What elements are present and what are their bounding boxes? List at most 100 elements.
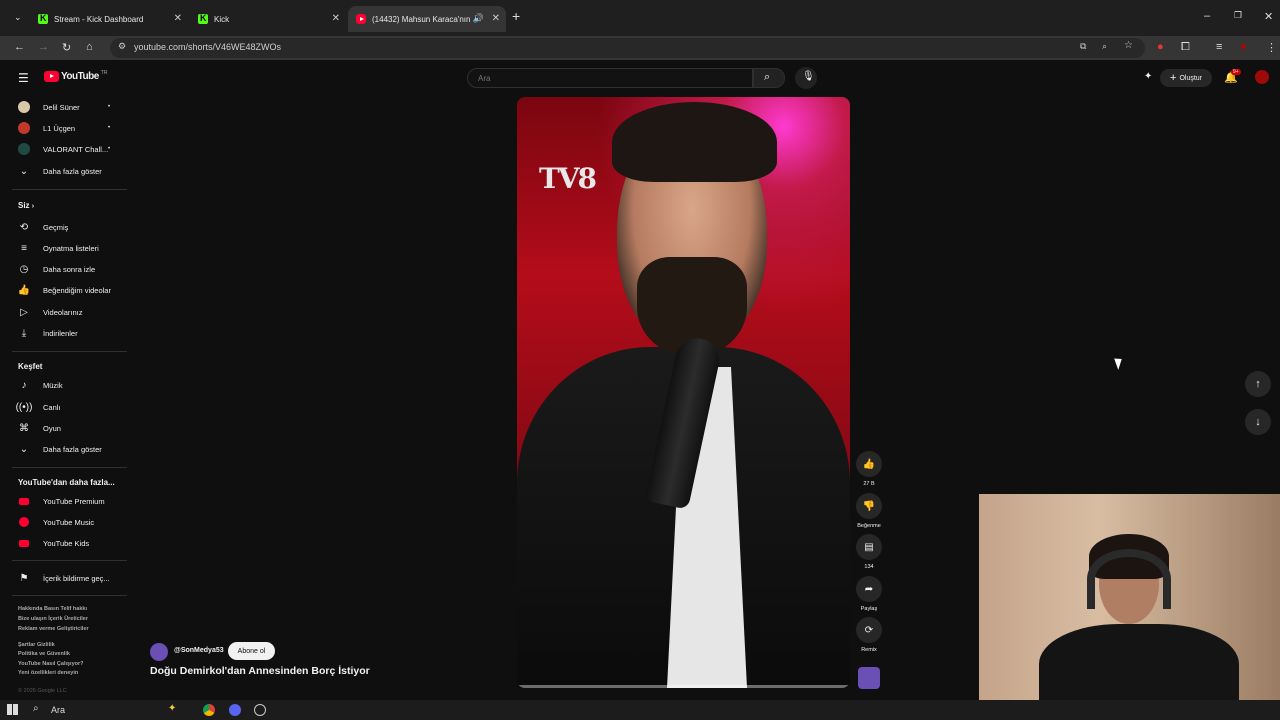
chevron-right-icon: › bbox=[31, 203, 35, 210]
sidebar-item-youtube-kids[interactable]: YouTube Kids bbox=[0, 533, 128, 553]
home-icon[interactable]: ⌂ bbox=[86, 41, 93, 53]
tab-youtube[interactable]: (14432) Mahsun Karaca'nın 🔊 ✕ bbox=[348, 6, 506, 32]
sidebar-item-music[interactable]: ♪ Müzik bbox=[0, 375, 128, 395]
footer-link-row[interactable]: Yeni özellikleri deneyin bbox=[18, 670, 78, 676]
sidebar-item-label: İçerik bildirme geç... bbox=[43, 573, 110, 583]
taskbar-search-label[interactable]: Ara bbox=[51, 705, 65, 715]
new-content-dot: • bbox=[108, 125, 111, 131]
footer-link-row[interactable]: Şartlar Gizlilik bbox=[18, 642, 55, 648]
tab-kick-dashboard[interactable]: Stream - Kick Dashboard ✕ bbox=[30, 6, 188, 32]
app-taskbar-icon[interactable] bbox=[254, 704, 266, 716]
sidebar-item-live[interactable]: ((•)) Canlı bbox=[0, 397, 128, 417]
sidebar-item-report-history[interactable]: ⚑ İçerik bildirme geç... bbox=[0, 568, 128, 588]
account-avatar[interactable] bbox=[1255, 70, 1269, 84]
browser-menu-icon[interactable]: ⋮ bbox=[1266, 41, 1277, 54]
mouse-cursor-icon bbox=[1114, 356, 1125, 370]
sidebar-item-history[interactable]: ⟲ Geçmiş bbox=[0, 217, 128, 237]
footer-link-row[interactable]: Reklam verme Geliştiriciler bbox=[18, 626, 89, 632]
sidebar-item-playlists[interactable]: ≡ Oynatma listeleri bbox=[0, 238, 128, 258]
copilot-icon[interactable]: ✦ bbox=[168, 703, 176, 714]
short-video-player[interactable]: TV8 bbox=[517, 97, 850, 688]
new-tab-button[interactable]: + bbox=[512, 8, 520, 24]
channel-name[interactable]: @SonMedya53 bbox=[174, 647, 224, 654]
profile-avatar-icon[interactable]: ● bbox=[1240, 41, 1247, 53]
sidebar-item-youtube-premium[interactable]: YouTube Premium bbox=[0, 491, 128, 511]
footer-link-row[interactable]: Bize ulaşın İçerik Üreticiler bbox=[18, 616, 88, 622]
footer-link-row[interactable]: Politika ve Güvenlik bbox=[18, 651, 70, 657]
install-icon[interactable]: ⧉ bbox=[1080, 41, 1086, 52]
close-tab-icon[interactable]: ✕ bbox=[332, 13, 340, 24]
video-progress-bar[interactable] bbox=[517, 685, 850, 688]
channel-avatar[interactable] bbox=[150, 643, 168, 661]
divider bbox=[12, 560, 127, 561]
close-window-button[interactable]: ✕ bbox=[1264, 10, 1273, 23]
footer-link-row[interactable]: YouTube Nasıl Çalışıyor? bbox=[18, 661, 84, 667]
sidebar-item-gaming[interactable]: ⌘ Oyun bbox=[0, 418, 128, 438]
minimize-button[interactable]: – bbox=[1204, 10, 1210, 22]
forward-icon[interactable]: → bbox=[38, 41, 49, 53]
url-text: youtube.com/shorts/V46WE48ZWOs bbox=[134, 42, 282, 52]
download-icon: ⤓ bbox=[21, 327, 27, 339]
tab-list-icon[interactable]: ⌄ bbox=[14, 12, 22, 23]
chrome-taskbar-icon[interactable] bbox=[203, 704, 215, 716]
address-bar[interactable]: ⚙ youtube.com/shorts/V46WE48ZWOs ⧉ ⌕ ☆ bbox=[110, 38, 1145, 58]
extensions-puzzle-icon[interactable]: ⧠ bbox=[1181, 41, 1190, 54]
media-control-icon[interactable]: ≡ bbox=[1216, 41, 1222, 53]
kick-icon bbox=[198, 13, 208, 24]
comments-button[interactable]: ▤ 134 bbox=[856, 534, 882, 570]
speaker-icon[interactable]: 🔊 bbox=[473, 13, 484, 24]
search-button[interactable]: ⌕ bbox=[753, 68, 785, 88]
notification-count-badge: 9+ bbox=[1231, 69, 1241, 75]
sidebar-item-watch-later[interactable]: ◷ Daha sonra izle bbox=[0, 259, 128, 279]
youtube-icon bbox=[356, 14, 366, 24]
windows-start-icon[interactable] bbox=[7, 704, 18, 715]
sidebar-item-label: İndirilenler bbox=[43, 328, 78, 338]
discord-taskbar-icon[interactable] bbox=[229, 704, 241, 716]
voice-search-button[interactable]: 🎙 bbox=[795, 67, 817, 89]
site-info-icon[interactable]: ⚙ bbox=[118, 41, 126, 52]
sound-channel-avatar[interactable] bbox=[858, 667, 880, 689]
subscription-delil-suner[interactable]: Delil Süner • bbox=[0, 97, 128, 117]
sidebar-item-youtube-music[interactable]: YouTube Music bbox=[0, 512, 128, 532]
thumbs-down-icon: 👎 bbox=[856, 493, 882, 519]
short-title[interactable]: Doğu Demirkol'dan Annesinden Borç İstiyo… bbox=[150, 665, 370, 677]
browser-toolbar: ← → ↻ ⌂ ⚙ youtube.com/shorts/V46WE48ZWOs… bbox=[0, 36, 1280, 60]
mic-icon: 🎙 bbox=[802, 71, 815, 82]
youtube-logo[interactable]: YouTube TR bbox=[44, 70, 107, 82]
you-section-heading[interactable]: Siz › bbox=[18, 201, 34, 210]
show-more-subscriptions[interactable]: ⌄ Daha fazla göster bbox=[0, 161, 128, 181]
new-content-dot: • bbox=[108, 146, 111, 152]
youtube-header: ☰ YouTube TR Ara ⌕ 🎙 ✦ + Oluştur 🔔 9+ bbox=[0, 60, 1280, 96]
search-icon: ⌕ bbox=[764, 71, 771, 83]
subscribe-button[interactable]: Abone ol bbox=[228, 642, 275, 660]
footer-link-row[interactable]: Hakkında Basın Telif hakkı bbox=[18, 606, 87, 612]
youtube-logo-text: YouTube bbox=[61, 71, 99, 82]
chat-icon[interactable]: ✦ bbox=[1144, 71, 1152, 82]
sidebar-item-liked-videos[interactable]: 👍 Beğendiğim videolar bbox=[0, 280, 128, 300]
maximize-button[interactable]: ❐ bbox=[1234, 10, 1242, 21]
sidebar-item-your-videos[interactable]: ▷ Videolarınız bbox=[0, 302, 128, 322]
subscription-valorant[interactable]: VALORANT Chall... • bbox=[0, 139, 128, 159]
extension-icon[interactable]: ● bbox=[1157, 41, 1164, 53]
channel-avatar bbox=[18, 143, 30, 155]
show-more-explore[interactable]: ⌄ Daha fazla göster bbox=[0, 439, 128, 459]
back-icon[interactable]: ← bbox=[14, 41, 25, 53]
taskbar-search-icon[interactable]: ⌕ bbox=[33, 703, 39, 714]
close-tab-icon[interactable]: ✕ bbox=[174, 13, 182, 24]
bookmark-star-icon[interactable]: ☆ bbox=[1124, 40, 1133, 51]
remix-button[interactable]: ⟳ Remix bbox=[856, 617, 882, 653]
sidebar-item-downloads[interactable]: ⤓ İndirilenler bbox=[0, 323, 128, 343]
menu-icon[interactable]: ☰ bbox=[18, 71, 29, 85]
share-button[interactable]: ➦ Paylaş bbox=[856, 576, 882, 612]
reload-icon[interactable]: ↻ bbox=[62, 41, 71, 54]
previous-short-button[interactable]: ↑ bbox=[1245, 371, 1271, 397]
dislike-button[interactable]: 👎 Beğenme bbox=[856, 493, 882, 529]
next-short-button[interactable]: ↓ bbox=[1245, 409, 1271, 435]
search-input[interactable]: Ara bbox=[467, 68, 753, 88]
subscription-l1-ucgen[interactable]: L1 Üçgen • bbox=[0, 118, 128, 138]
create-button[interactable]: + Oluştur bbox=[1160, 69, 1212, 87]
like-button[interactable]: 👍 27 B bbox=[856, 451, 882, 487]
zoom-icon[interactable]: ⌕ bbox=[1102, 41, 1107, 52]
tab-kick[interactable]: Kick ✕ bbox=[190, 6, 346, 32]
close-tab-icon[interactable]: ✕ bbox=[492, 13, 500, 24]
